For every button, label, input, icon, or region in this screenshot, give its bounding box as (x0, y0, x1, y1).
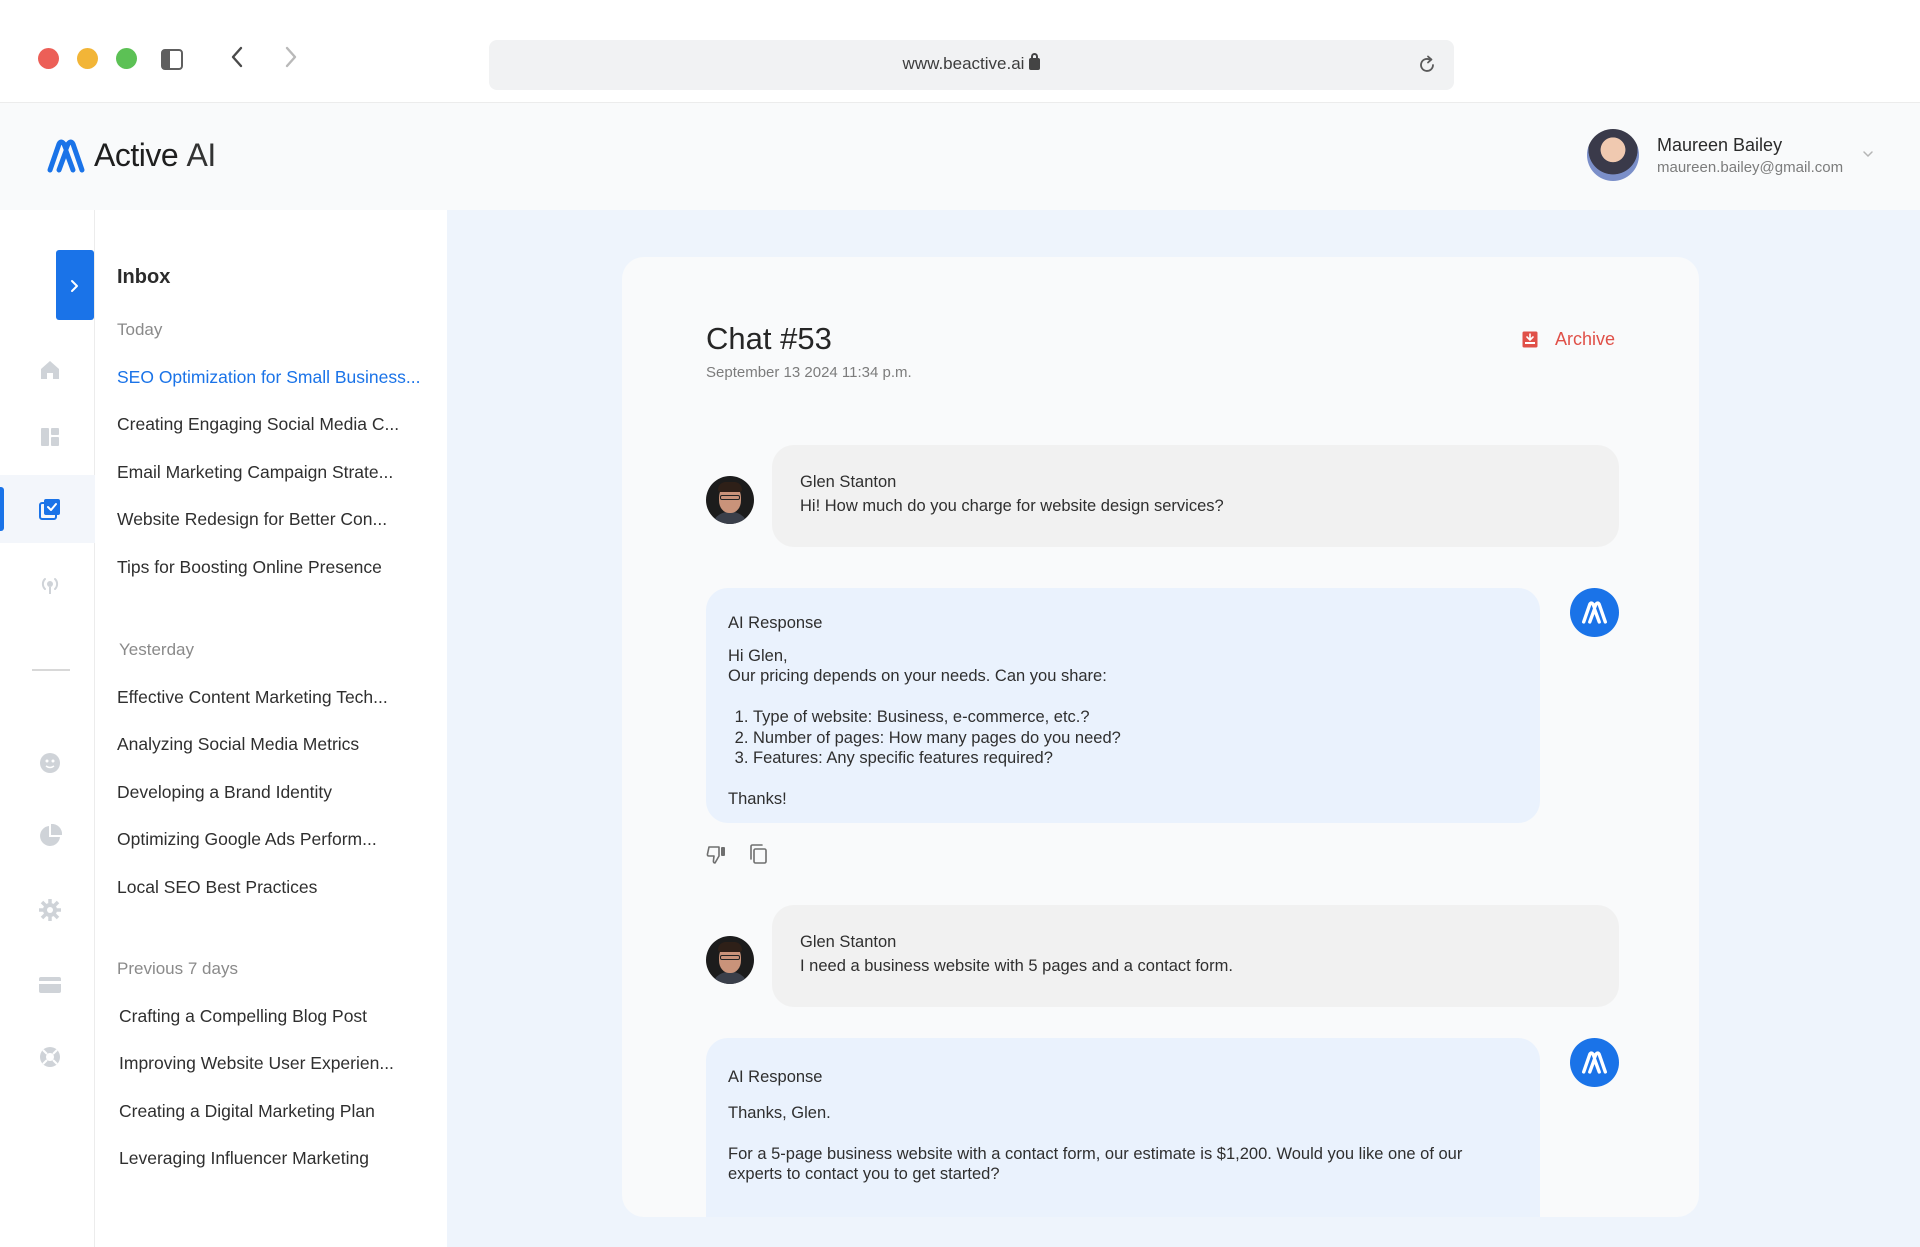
address-bar[interactable]: www.beactive.ai (489, 40, 1454, 90)
broadcast-icon[interactable] (38, 572, 62, 596)
copy-icon[interactable] (748, 843, 770, 865)
message-text: Hi! How much do you charge for website d… (800, 497, 1224, 515)
ai-message-bubble: AI Response Thanks, Glen. For a 5-page b… (706, 1038, 1540, 1217)
chat-card: Chat #53 September 13 2024 11:34 p.m. Ar… (622, 257, 1699, 1217)
user-email: maureen.bailey@gmail.com (1657, 158, 1844, 176)
inbox-item[interactable]: Local SEO Best Practices (117, 877, 317, 898)
inbox-item[interactable]: SEO Optimization for Small Business... (117, 367, 420, 388)
ai-message-bubble: AI Response Hi Glen, Our pricing depends… (706, 588, 1540, 823)
group-label-yesterday: Yesterday (119, 640, 194, 659)
inbox-item[interactable]: Website Redesign for Better Con... (117, 509, 387, 530)
app-name-main: Active (94, 137, 179, 173)
app-header: Active AI Maureen Bailey maureen.bailey@… (0, 102, 1920, 210)
app-name-suffix: AI (186, 137, 217, 173)
ai-avatar (1570, 588, 1619, 637)
url-display: www.beactive.ai (489, 53, 1454, 74)
inbox-check-icon[interactable] (38, 497, 62, 521)
thumbs-down-icon[interactable] (706, 843, 728, 865)
chat-date: September 13 2024 11:34 p.m. (706, 364, 912, 381)
message-text: For a 5-page business website with a con… (728, 1145, 1463, 1163)
message-closing: Thanks! (728, 790, 787, 808)
avatar (706, 936, 754, 984)
url-text: www.beactive.ai (902, 54, 1025, 73)
sidebar-toggle-icon[interactable] (161, 49, 183, 70)
inbox-item[interactable]: Analyzing Social Media Metrics (117, 734, 359, 755)
face-icon[interactable] (38, 751, 62, 775)
inbox-title: Inbox (117, 266, 171, 288)
archive-label: Archive (1555, 329, 1616, 349)
list-item: Number of pages: How many pages do you n… (753, 728, 1121, 749)
app-name: Active AI (94, 137, 216, 174)
maximize-window-button[interactable] (116, 48, 137, 69)
chevron-down-icon[interactable] (1862, 148, 1874, 160)
ai-response-label: AI Response (728, 1068, 823, 1086)
chat-title: Chat #53 (706, 321, 832, 356)
chevron-right-icon (71, 280, 78, 292)
message-intro: Our pricing depends on your needs. Can y… (728, 667, 1107, 685)
avatar (706, 476, 754, 524)
app-logo[interactable]: Active AI (46, 137, 216, 174)
inbox-item[interactable]: Developing a Brand Identity (117, 782, 332, 803)
inbox-item[interactable]: Creating Engaging Social Media C... (117, 414, 399, 435)
pie-chart-icon[interactable] (38, 824, 62, 848)
group-label-today: Today (117, 320, 163, 339)
inbox-item[interactable]: Email Marketing Campaign Strate... (117, 462, 393, 483)
rail-active-indicator (0, 487, 4, 531)
rail-divider (32, 669, 70, 671)
lifebuoy-icon[interactable] (38, 1045, 62, 1069)
user-name: Maureen Bailey (1657, 134, 1783, 155)
user-info: Maureen Bailey maureen.bailey@gmail.com (1657, 135, 1843, 176)
list-item: Features: Any specific features required… (753, 748, 1121, 769)
browser-chrome: www.beactive.ai (0, 0, 1920, 102)
inbox-item[interactable]: Leveraging Influencer Marketing (119, 1148, 369, 1169)
expand-panel-button[interactable] (56, 250, 94, 320)
message-sender: Glen Stanton (800, 473, 897, 491)
message-sender: Glen Stanton (800, 933, 897, 951)
close-window-button[interactable] (38, 48, 59, 69)
message-text: experts to contact you to get started? (728, 1165, 1000, 1183)
list-item: Type of website: Business, e-commerce, e… (753, 707, 1121, 728)
user-avatar (1587, 129, 1639, 181)
message-greeting: Hi Glen, (728, 647, 788, 665)
gear-icon[interactable] (38, 898, 62, 922)
user-menu[interactable]: Maureen Bailey maureen.bailey@gmail.com (1587, 129, 1843, 181)
inbox-item[interactable]: Crafting a Compelling Blog Post (119, 1006, 367, 1027)
home-icon[interactable] (38, 358, 62, 382)
reload-icon[interactable] (1416, 54, 1438, 76)
active-ai-logo-icon (1582, 1051, 1607, 1074)
active-ai-logo-icon (1582, 601, 1607, 624)
message-text: I need a business website with 5 pages a… (800, 957, 1233, 975)
inbox-item[interactable]: Creating a Digital Marketing Plan (119, 1101, 375, 1122)
back-arrow-icon[interactable] (226, 44, 248, 70)
inbox-item[interactable]: Optimizing Google Ads Perform... (117, 829, 377, 850)
archive-icon (1522, 331, 1538, 348)
message-list: Type of website: Business, e-commerce, e… (728, 707, 1121, 769)
inbox-item[interactable]: Improving Website User Experien... (119, 1053, 394, 1074)
user-message-bubble: Glen Stanton I need a business website w… (772, 905, 1619, 1007)
minimize-window-button[interactable] (77, 48, 98, 69)
inbox-item[interactable]: Effective Content Marketing Tech... (117, 687, 388, 708)
group-label-previous-7-days: Previous 7 days (117, 959, 238, 978)
inbox-item[interactable]: Tips for Boosting Online Presence (117, 557, 382, 578)
message-text: Thanks, Glen. (728, 1104, 831, 1122)
ai-response-label: AI Response (728, 614, 823, 632)
active-ai-logo-icon (47, 139, 85, 172)
inbox-panel: Inbox Today SEO Optimization for Small B… (95, 210, 447, 1247)
credit-card-icon[interactable] (38, 973, 62, 997)
dashboard-icon[interactable] (38, 425, 62, 449)
forward-arrow-icon[interactable] (280, 44, 302, 70)
archive-button[interactable]: Archive (1522, 329, 1615, 350)
user-message-bubble: Glen Stanton Hi! How much do you charge … (772, 445, 1619, 547)
ai-avatar (1570, 1038, 1619, 1087)
lock-icon (1029, 53, 1041, 70)
